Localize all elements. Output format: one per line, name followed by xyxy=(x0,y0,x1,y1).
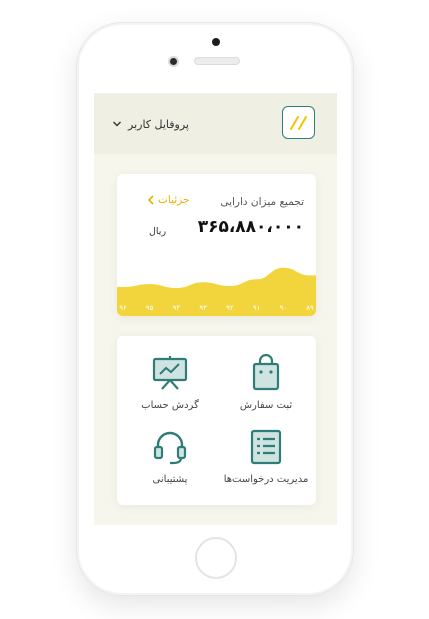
menu-label: پشتیبانی xyxy=(152,474,188,485)
chart-x-tick-label: ۹۳ xyxy=(199,304,207,312)
headset-icon xyxy=(153,431,187,465)
profile-dropdown[interactable]: پروفایل کاربر xyxy=(112,115,189,133)
details-link[interactable]: جزئیات xyxy=(147,194,189,206)
speaker-grille xyxy=(194,57,240,65)
shopping-bag-icon xyxy=(252,354,280,391)
list-document-icon xyxy=(250,429,282,465)
details-label: جزئیات xyxy=(158,194,190,206)
menu-item-new-order[interactable]: ثبت سفارش xyxy=(221,354,311,428)
menu-item-request-management[interactable]: مدیریت درخواست‌ها xyxy=(221,428,311,502)
chart-x-tick-label: ۹۲ xyxy=(226,304,234,312)
slash-logo-icon[interactable] xyxy=(282,106,315,139)
camera-dot xyxy=(212,38,220,46)
chart-x-tick-label: ۸۹ xyxy=(306,304,314,312)
menu-label: گردش حساب xyxy=(141,400,199,411)
app-bar: پروفایل کاربر xyxy=(94,93,337,154)
chart-x-tick-label: ۹۱ xyxy=(253,304,261,312)
balance-title: تجمیع میزان دارایی xyxy=(220,196,304,208)
chevron-down-icon xyxy=(113,121,121,127)
app-screen: پروفایل کاربر تجمیع میزان دارایی جزئیات … xyxy=(94,93,337,525)
presentation-chart-icon xyxy=(152,356,188,390)
menu-item-support[interactable]: پشتیبانی xyxy=(125,428,215,502)
chart-x-tick-label: ۹۶ xyxy=(119,304,127,312)
chevron-left-icon xyxy=(147,195,154,205)
menu-card: ثبت سفارش گردش حساب مدیریت درخوا xyxy=(117,336,316,505)
balance-chart: ۸۹ ۹۰ ۹۱ ۹۲ ۹۳ ۹۴ ۹۵ ۹۶ xyxy=(117,267,316,316)
front-camera xyxy=(170,58,177,65)
chart-x-tick-label: ۹۰ xyxy=(280,304,288,312)
menu-label: مدیریت درخواست‌ها xyxy=(223,474,309,485)
chart-x-tick-label: ۹۴ xyxy=(173,304,181,312)
balance-card: تجمیع میزان دارایی جزئیات ۳۶۵،۸۸۰،۰۰۰ ری… xyxy=(117,174,316,316)
profile-label: پروفایل کاربر xyxy=(128,117,189,131)
chart-x-tick-label: ۹۵ xyxy=(146,304,154,312)
menu-item-account-turnover[interactable]: گردش حساب xyxy=(125,354,215,428)
home-button[interactable] xyxy=(195,537,237,579)
currency-label: ریال xyxy=(149,226,167,237)
balance-amount: ۳۶۵،۸۸۰،۰۰۰ xyxy=(197,217,304,237)
menu-label: ثبت سفارش xyxy=(239,400,293,411)
